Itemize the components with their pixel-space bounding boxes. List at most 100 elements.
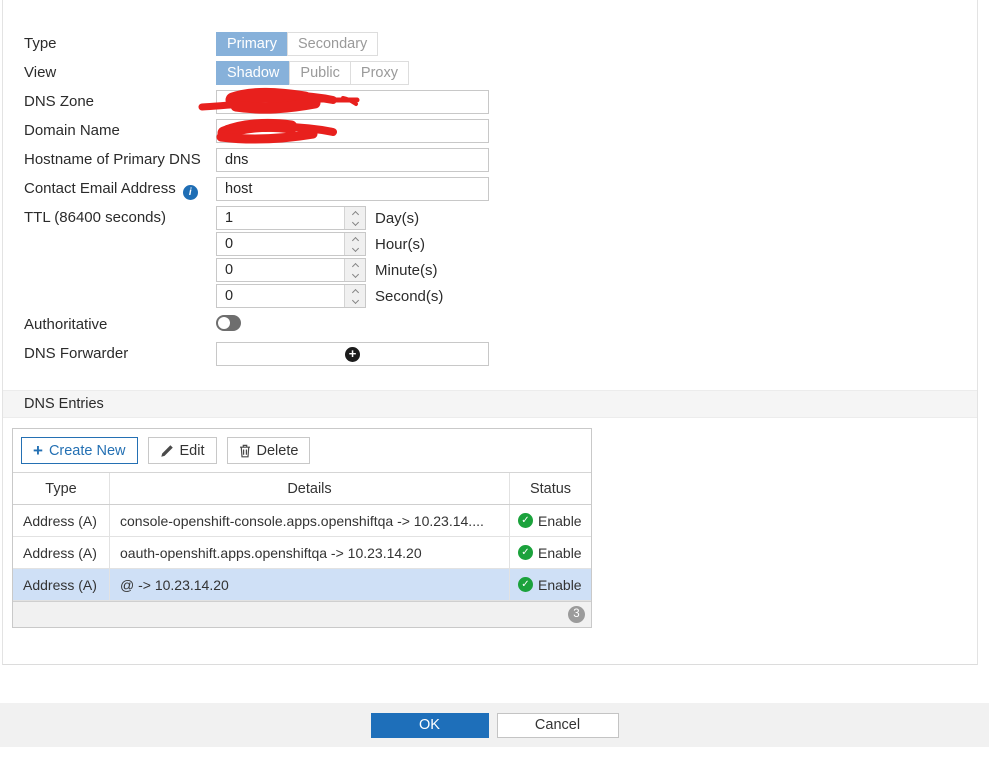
chevron-up-icon[interactable] <box>351 236 359 244</box>
hostname-row: Hostname of Primary DNS <box>3 148 977 172</box>
check-circle-icon: ✓ <box>518 513 533 528</box>
ttl-days-stepper[interactable]: 1 <box>216 206 366 230</box>
type-option-primary[interactable]: Primary <box>216 32 288 56</box>
view-option-shadow[interactable]: Shadow <box>216 61 291 85</box>
ttl-hours-stepper[interactable]: 0 <box>216 232 366 256</box>
ttl-seconds-row: 0 Second(s) <box>216 284 443 308</box>
entry-status[interactable]: ✓ Enable <box>510 537 591 568</box>
check-circle-icon: ✓ <box>518 577 533 592</box>
dns-zone-input[interactable] <box>216 90 489 114</box>
table-row[interactable]: Address (A) oauth-openshift.apps.openshi… <box>13 537 591 569</box>
contact-email-label: Contact Email Address <box>24 180 176 197</box>
entry-status[interactable]: ✓ Enable <box>510 505 591 536</box>
edit-button[interactable]: Edit <box>147 437 217 464</box>
ttl-hours-unit: Hour(s) <box>375 235 426 253</box>
ttl-days-unit: Day(s) <box>375 209 420 227</box>
entry-type[interactable]: Address (A) <box>13 569 110 600</box>
delete-button[interactable]: Delete <box>226 437 311 464</box>
dns-entries-table: Type Details Status Address (A) console-… <box>13 472 591 627</box>
form-action-bar: OK Cancel <box>0 703 989 747</box>
dns-forwarder-row: DNS Forwarder + <box>3 342 977 366</box>
dns-forwarder-add-field[interactable]: + <box>216 342 489 366</box>
ttl-minutes-unit: Minute(s) <box>375 261 438 279</box>
authoritative-label: Authoritative <box>24 316 108 333</box>
dns-zone-form: Type Primary Secondary View Shadow Publi… <box>3 0 977 366</box>
entry-status-label: Enable <box>538 544 582 561</box>
entry-status-label: Enable <box>538 576 582 593</box>
edit-label: Edit <box>179 442 205 459</box>
entry-status[interactable]: ✓ Enable <box>510 569 591 600</box>
view-option-public[interactable]: Public <box>289 61 351 85</box>
column-header-details[interactable]: Details <box>110 473 510 504</box>
ttl-label: TTL (86400 seconds) <box>24 209 167 226</box>
entry-details[interactable]: console-openshift-console.apps.openshift… <box>110 505 510 536</box>
entry-details[interactable]: @ -> 10.23.14.20 <box>110 569 510 600</box>
ttl-minutes-value[interactable]: 0 <box>217 259 344 281</box>
create-new-button[interactable]: + Create New <box>21 437 138 464</box>
dns-entries-section-header: DNS Entries <box>3 390 977 418</box>
dns-zone-form-panel: Type Primary Secondary View Shadow Publi… <box>2 0 978 665</box>
entry-details[interactable]: oauth-openshift.apps.openshiftqa -> 10.2… <box>110 537 510 568</box>
type-option-secondary[interactable]: Secondary <box>286 32 379 56</box>
trash-icon <box>239 444 250 457</box>
dns-zone-label: DNS Zone <box>24 93 95 110</box>
entry-type[interactable]: Address (A) <box>13 505 110 536</box>
domain-name-row: Domain Name <box>3 119 977 143</box>
dns-entries-toolbar: + Create New Edit Delete <box>13 429 591 472</box>
column-header-status[interactable]: Status <box>510 473 591 504</box>
hostname-input[interactable] <box>216 148 489 172</box>
dns-entries-rows: Address (A) console-openshift-console.ap… <box>13 505 591 601</box>
ttl-hours-value[interactable]: 0 <box>217 233 344 255</box>
chevron-up-icon[interactable] <box>351 288 359 296</box>
table-row[interactable]: Address (A) @ -> 10.23.14.20 ✓ Enable <box>13 569 591 601</box>
contact-email-row: Contact Email Address i <box>3 177 977 201</box>
chevron-up-icon[interactable] <box>351 210 359 218</box>
stepper-buttons[interactable] <box>344 259 365 281</box>
toggle-knob <box>218 317 230 329</box>
ttl-days-value[interactable]: 1 <box>217 207 344 229</box>
table-row[interactable]: Address (A) console-openshift-console.ap… <box>13 505 591 537</box>
table-header-row: Type Details Status <box>13 473 591 505</box>
ttl-seconds-stepper[interactable]: 0 <box>216 284 366 308</box>
ttl-fields: 1 Day(s) 0 Hour(s) 0 Minute(s) 0 Second(… <box>216 206 443 308</box>
dns-forwarder-label: DNS Forwarder <box>24 345 129 362</box>
view-row: View Shadow Public Proxy <box>3 61 977 85</box>
stepper-buttons[interactable] <box>344 285 365 307</box>
ttl-seconds-value[interactable]: 0 <box>217 285 344 307</box>
dns-entries-widget: + Create New Edit Delete Type Details St… <box>12 428 592 628</box>
ok-button[interactable]: OK <box>370 712 489 738</box>
ttl-minutes-row: 0 Minute(s) <box>216 258 443 282</box>
hostname-label: Hostname of Primary DNS <box>24 151 201 168</box>
chevron-up-icon[interactable] <box>351 262 359 270</box>
ttl-minutes-stepper[interactable]: 0 <box>216 258 366 282</box>
view-segmented-control: Shadow Public Proxy <box>216 61 409 85</box>
stepper-buttons[interactable] <box>344 207 365 229</box>
info-icon[interactable]: i <box>182 185 198 200</box>
chevron-down-icon[interactable] <box>351 296 359 304</box>
check-circle-icon: ✓ <box>518 545 533 560</box>
domain-name-label: Domain Name <box>24 122 120 139</box>
delete-label: Delete <box>256 442 299 459</box>
dns-zone-row: DNS Zone <box>3 90 977 114</box>
type-label: Type <box>24 35 57 52</box>
column-header-type[interactable]: Type <box>13 473 110 504</box>
view-label: View <box>24 64 57 81</box>
ttl-seconds-unit: Second(s) <box>375 287 444 305</box>
contact-email-input[interactable] <box>216 177 489 201</box>
table-footer: 3 <box>13 601 591 627</box>
add-icon[interactable]: + <box>345 346 360 362</box>
ttl-hours-row: 0 Hour(s) <box>216 232 443 256</box>
stepper-buttons[interactable] <box>344 233 365 255</box>
chevron-down-icon[interactable] <box>351 218 359 226</box>
domain-name-input[interactable] <box>216 119 489 143</box>
ttl-days-row: 1 Day(s) <box>216 206 443 230</box>
entry-type[interactable]: Address (A) <box>13 537 110 568</box>
chevron-down-icon[interactable] <box>351 270 359 278</box>
authoritative-toggle[interactable] <box>216 315 241 331</box>
entry-status-label: Enable <box>538 512 582 529</box>
cancel-button[interactable]: Cancel <box>496 712 619 738</box>
authoritative-row: Authoritative <box>3 313 977 333</box>
create-new-label: Create New <box>48 442 126 459</box>
view-option-proxy[interactable]: Proxy <box>349 61 409 85</box>
chevron-down-icon[interactable] <box>351 244 359 252</box>
